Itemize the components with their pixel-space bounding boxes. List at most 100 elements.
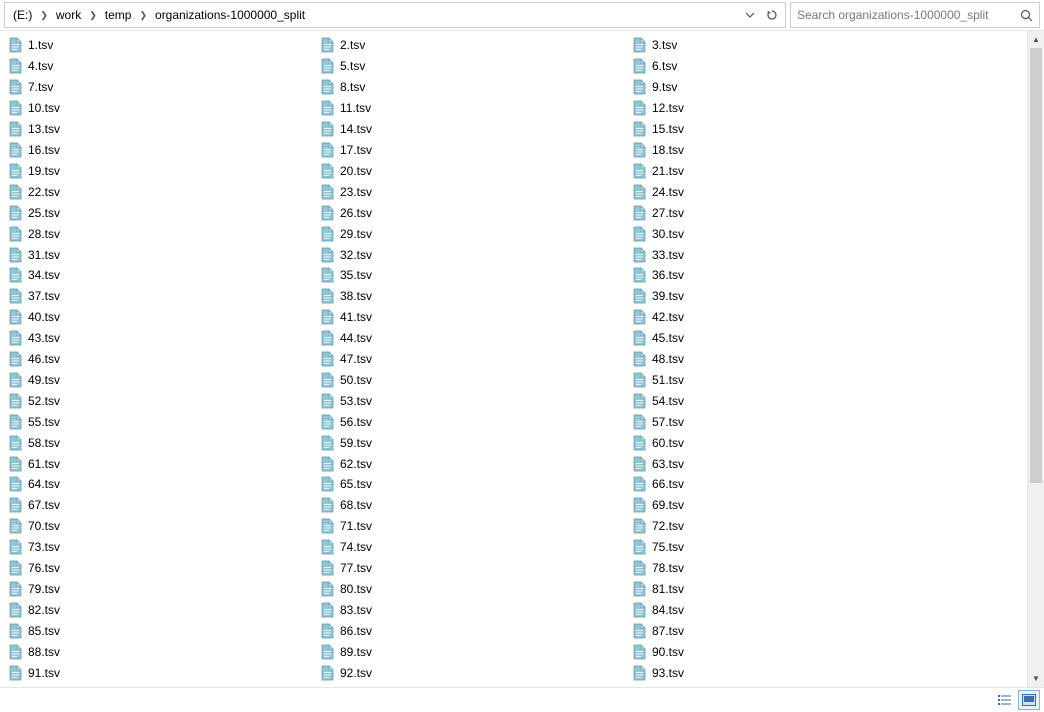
file-item[interactable]: 40.tsv — [6, 307, 318, 328]
search-icon[interactable] — [1013, 9, 1039, 22]
file-item[interactable]: 66.tsv — [630, 474, 942, 495]
file-item[interactable]: 74.tsv — [318, 537, 630, 558]
file-item[interactable]: 65.tsv — [318, 474, 630, 495]
file-item[interactable]: 36.tsv — [630, 265, 942, 286]
file-item[interactable]: 47.tsv — [318, 349, 630, 370]
chevron-right-icon[interactable]: ❯ — [38, 10, 50, 21]
file-item[interactable]: 26.tsv — [318, 202, 630, 223]
scroll-down-button[interactable]: ▼ — [1028, 670, 1044, 687]
file-item[interactable]: 44.tsv — [318, 328, 630, 349]
file-item[interactable]: 92.tsv — [318, 662, 630, 683]
breadcrumb-temp[interactable]: temp — [99, 6, 138, 24]
file-item[interactable]: 21.tsv — [630, 160, 942, 181]
file-item[interactable]: 17.tsv — [318, 140, 630, 161]
file-item[interactable]: 10.tsv — [6, 98, 318, 119]
file-item[interactable]: 91.tsv — [6, 662, 318, 683]
file-item[interactable]: 16.tsv — [6, 140, 318, 161]
file-item[interactable]: 72.tsv — [630, 516, 942, 537]
file-item[interactable]: 28.tsv — [6, 223, 318, 244]
file-item[interactable]: 11.tsv — [318, 98, 630, 119]
file-item[interactable]: 5.tsv — [318, 56, 630, 77]
search-box[interactable] — [790, 2, 1040, 28]
breadcrumb-work[interactable]: work — [50, 6, 87, 24]
scroll-track[interactable] — [1028, 48, 1044, 670]
file-item[interactable]: 61.tsv — [6, 453, 318, 474]
file-item[interactable]: 15.tsv — [630, 119, 942, 140]
vertical-scrollbar[interactable]: ▲ ▼ — [1027, 31, 1044, 687]
file-item[interactable]: 60.tsv — [630, 432, 942, 453]
file-item[interactable]: 33.tsv — [630, 244, 942, 265]
file-item[interactable]: 45.tsv — [630, 328, 942, 349]
file-item[interactable]: 88.tsv — [6, 641, 318, 662]
file-item[interactable]: 76.tsv — [6, 558, 318, 579]
scroll-up-button[interactable]: ▲ — [1028, 31, 1044, 48]
file-item[interactable]: 12.tsv — [630, 98, 942, 119]
scroll-thumb[interactable] — [1030, 48, 1042, 483]
file-item[interactable]: 2.tsv — [318, 35, 630, 56]
file-item[interactable]: 48.tsv — [630, 349, 942, 370]
file-item[interactable]: 62.tsv — [318, 453, 630, 474]
file-item[interactable]: 39.tsv — [630, 286, 942, 307]
file-item[interactable]: 1.tsv — [6, 35, 318, 56]
file-item[interactable]: 78.tsv — [630, 558, 942, 579]
file-item[interactable]: 38.tsv — [318, 286, 630, 307]
file-item[interactable]: 53.tsv — [318, 390, 630, 411]
file-item[interactable]: 84.tsv — [630, 599, 942, 620]
file-list-pane[interactable]: 1.tsv4.tsv7.tsv10.tsv13.tsv16.tsv19.tsv2… — [0, 31, 1027, 687]
file-item[interactable]: 35.tsv — [318, 265, 630, 286]
file-item[interactable]: 89.tsv — [318, 641, 630, 662]
file-item[interactable]: 37.tsv — [6, 286, 318, 307]
file-item[interactable]: 24.tsv — [630, 181, 942, 202]
file-item[interactable]: 85.tsv — [6, 620, 318, 641]
file-item[interactable]: 81.tsv — [630, 579, 942, 600]
file-item[interactable]: 63.tsv — [630, 453, 942, 474]
search-input[interactable] — [791, 6, 1013, 24]
file-item[interactable]: 18.tsv — [630, 140, 942, 161]
chevron-right-icon[interactable]: ❯ — [87, 10, 99, 21]
file-item[interactable]: 73.tsv — [6, 537, 318, 558]
file-item[interactable]: 27.tsv — [630, 202, 942, 223]
file-item[interactable]: 31.tsv — [6, 244, 318, 265]
breadcrumb-root[interactable]: (E:) — [7, 6, 38, 24]
file-item[interactable]: 93.tsv — [630, 662, 942, 683]
file-item[interactable]: 9.tsv — [630, 77, 942, 98]
file-item[interactable]: 29.tsv — [318, 223, 630, 244]
file-item[interactable]: 83.tsv — [318, 599, 630, 620]
file-item[interactable]: 43.tsv — [6, 328, 318, 349]
file-item[interactable]: 4.tsv — [6, 56, 318, 77]
large-icons-view-button[interactable] — [1018, 690, 1040, 710]
file-item[interactable]: 58.tsv — [6, 432, 318, 453]
file-item[interactable]: 25.tsv — [6, 202, 318, 223]
breadcrumb-current[interactable]: organizations-1000000_split — [149, 6, 311, 24]
file-item[interactable]: 87.tsv — [630, 620, 942, 641]
address-bar[interactable]: (E:) ❯ work ❯ temp ❯ organizations-10000… — [4, 2, 786, 28]
file-item[interactable]: 75.tsv — [630, 537, 942, 558]
file-item[interactable]: 77.tsv — [318, 558, 630, 579]
file-item[interactable]: 13.tsv — [6, 119, 318, 140]
file-item[interactable]: 23.tsv — [318, 181, 630, 202]
file-item[interactable]: 90.tsv — [630, 641, 942, 662]
file-item[interactable]: 20.tsv — [318, 160, 630, 181]
file-item[interactable]: 79.tsv — [6, 579, 318, 600]
file-item[interactable]: 34.tsv — [6, 265, 318, 286]
file-item[interactable]: 52.tsv — [6, 390, 318, 411]
file-item[interactable]: 70.tsv — [6, 516, 318, 537]
file-item[interactable]: 68.tsv — [318, 495, 630, 516]
file-item[interactable]: 64.tsv — [6, 474, 318, 495]
file-item[interactable]: 30.tsv — [630, 223, 942, 244]
refresh-button[interactable] — [761, 9, 783, 21]
file-item[interactable]: 55.tsv — [6, 411, 318, 432]
file-item[interactable]: 57.tsv — [630, 411, 942, 432]
chevron-right-icon[interactable]: ❯ — [137, 10, 149, 21]
file-item[interactable]: 86.tsv — [318, 620, 630, 641]
file-item[interactable]: 7.tsv — [6, 77, 318, 98]
file-item[interactable]: 41.tsv — [318, 307, 630, 328]
file-item[interactable]: 42.tsv — [630, 307, 942, 328]
file-item[interactable]: 49.tsv — [6, 370, 318, 391]
file-item[interactable]: 32.tsv — [318, 244, 630, 265]
file-item[interactable]: 54.tsv — [630, 390, 942, 411]
file-item[interactable]: 51.tsv — [630, 370, 942, 391]
file-item[interactable]: 46.tsv — [6, 349, 318, 370]
file-item[interactable]: 71.tsv — [318, 516, 630, 537]
file-item[interactable]: 6.tsv — [630, 56, 942, 77]
